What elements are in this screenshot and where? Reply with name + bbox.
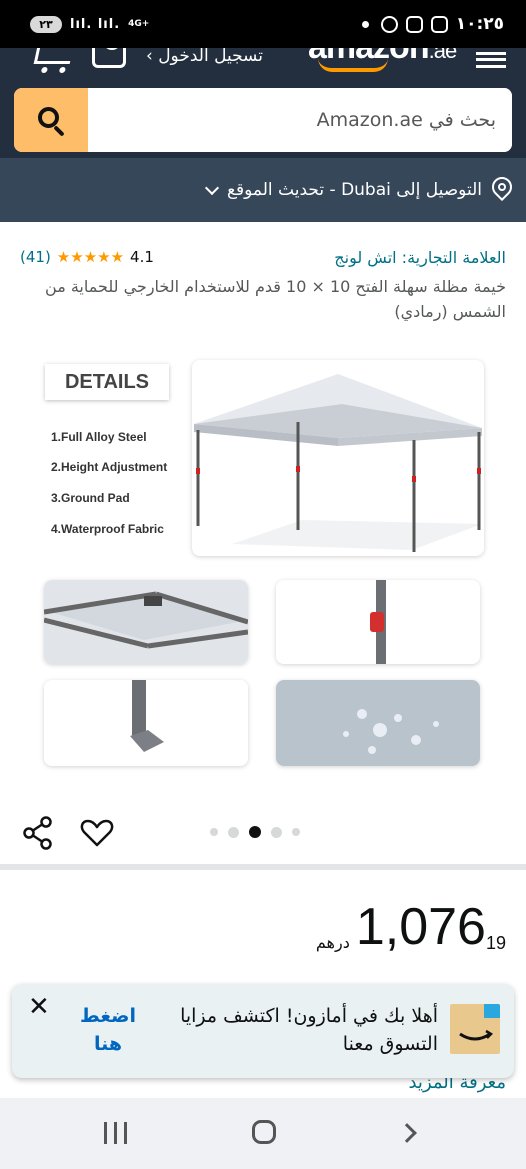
welcome-banner: ✕ اضغط هنا أهلا بك في أمازون! اكتشف مزاي… <box>12 984 514 1078</box>
cart-icon[interactable] <box>33 48 75 64</box>
banner-cta-link[interactable]: اضغط هنا <box>72 1002 144 1058</box>
thumbnail-height-adjust[interactable] <box>276 580 480 664</box>
search-button[interactable] <box>14 88 88 152</box>
delivery-location-bar[interactable]: التوصيل إلى Dubai - تحديث الموقع <box>0 158 526 222</box>
thumbnail-ground-pad[interactable] <box>44 680 248 766</box>
recent-apps-icon[interactable] <box>104 1122 127 1144</box>
product-title: خيمة مظلة سهلة الفتح 10 × 10 قدم للاستخد… <box>45 277 506 321</box>
screen-record-icon <box>430 15 448 33</box>
back-icon[interactable] <box>397 1123 417 1143</box>
rating[interactable]: (41) ★★★★★ 4.1 <box>20 248 154 266</box>
pagination-dot[interactable] <box>271 826 282 838</box>
pagination-dot[interactable] <box>210 828 218 836</box>
pagination-dot[interactable] <box>228 826 239 838</box>
product-main-image[interactable]: DETAILS 1.Full Alloy Steel 2.Height Adju… <box>40 360 486 590</box>
section-divider <box>0 864 526 870</box>
user-icon[interactable] <box>92 48 126 68</box>
price-currency: درهم <box>315 933 350 952</box>
header: تسجيل الدخول › amazon.ae <box>0 48 526 158</box>
feature-item: 3.Ground Pad <box>51 491 130 505</box>
thumbnail-frame-detail[interactable] <box>44 580 248 664</box>
price-fraction: 19 <box>485 933 506 953</box>
home-icon[interactable] <box>252 1120 276 1144</box>
status-left: ٢٣ lıl. lıl. 4G+ <box>30 15 150 33</box>
rating-value: 4.1 <box>130 248 154 266</box>
system-navigation-bar <box>0 1098 526 1169</box>
amazon-box-icon <box>450 1004 500 1054</box>
notification-dot-icon <box>361 20 369 28</box>
pagination-dot[interactable] <box>292 828 300 836</box>
logo-smile-icon <box>318 58 388 72</box>
banner-text: أهلا بك في أمازون! اكتشف مزايا التسوق مع… <box>180 1005 438 1055</box>
status-bar: ٢٣ lıl. lıl. 4G+ ١٠:٢٥ <box>0 0 526 48</box>
search-input[interactable] <box>88 88 512 152</box>
feature-item: 2.Height Adjustment <box>51 460 168 474</box>
price-whole: 1,076 <box>355 898 486 956</box>
share-icon[interactable] <box>22 816 54 850</box>
gallery-pagination-dots <box>210 826 300 838</box>
delivery-location-text: التوصيل إلى Dubai - تحديث الموقع <box>226 180 482 200</box>
image-actions-row <box>0 812 526 856</box>
chevron-down-icon <box>204 180 220 195</box>
header-top-row: تسجيل الدخول › amazon.ae <box>0 48 526 80</box>
brand-link[interactable]: العلامة التجارية: اتش لونج <box>334 248 506 267</box>
instagram-icon <box>405 15 423 33</box>
feature-item: 4.Waterproof Fabric <box>51 522 164 536</box>
thumbnail-waterproof-fabric[interactable] <box>276 680 480 766</box>
whatsapp-icon <box>380 15 398 33</box>
star-rating-icon: ★★★★★ <box>56 248 125 266</box>
rating-count: (41) <box>20 248 51 266</box>
pagination-dot-active[interactable] <box>249 826 261 838</box>
tent-illustration <box>194 374 482 552</box>
product-image-gallery[interactable]: DETAILS 1.Full Alloy Steel 2.Height Adju… <box>0 330 526 775</box>
location-pin-icon <box>487 172 517 203</box>
signal-icon: lıl. lıl. <box>70 16 121 32</box>
clock: ١٠:٢٥ <box>455 14 504 34</box>
app-screen: ٢٣ lıl. lıl. 4G+ ١٠:٢٥ تسجيل الدخول › am… <box>0 0 526 1169</box>
logo-tld: .ae <box>428 48 458 63</box>
search-bar <box>14 88 512 152</box>
status-right: ١٠:٢٥ <box>361 14 504 34</box>
menu-icon[interactable] <box>476 52 506 68</box>
feature-item: 1.Full Alloy Steel <box>51 430 147 444</box>
search-icon <box>36 105 66 137</box>
network-type: 4G+ <box>128 18 150 29</box>
tent-image <box>192 360 484 556</box>
battery-icon: ٢٣ <box>30 15 62 33</box>
wishlist-heart-icon[interactable] <box>80 818 114 848</box>
details-heading: DETAILS <box>45 364 169 400</box>
close-icon[interactable]: ✕ <box>28 992 50 1022</box>
price: درهم 1,076 19 <box>316 898 506 956</box>
signin-link[interactable]: تسجيل الدخول › <box>146 48 263 66</box>
